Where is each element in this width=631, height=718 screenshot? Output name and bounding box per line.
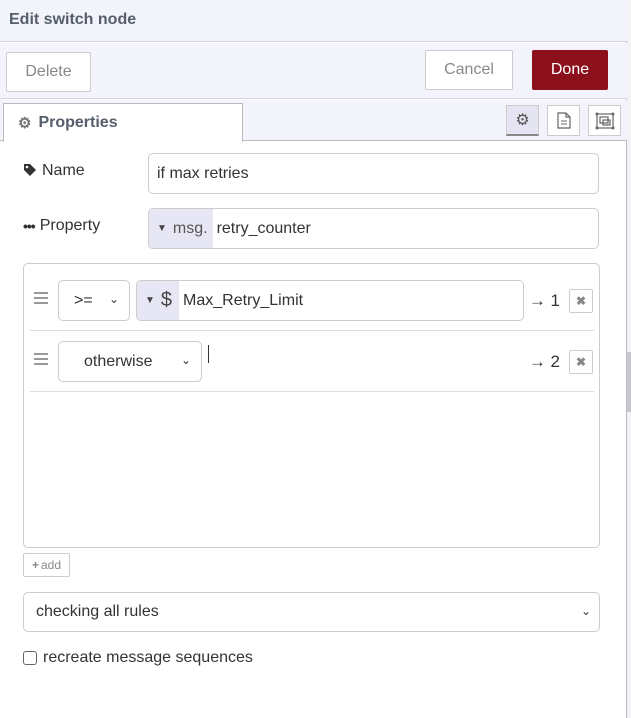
rule-row: otherwise ⌄ → 2 ✖: [30, 331, 594, 392]
edit-tray: Edit switch node Delete Cancel Done ⚙ Pr…: [0, 0, 627, 718]
drag-handle-icon[interactable]: [34, 292, 48, 304]
output-label: → 1: [528, 291, 560, 310]
tab-label: Properties: [38, 114, 118, 131]
chevron-down-icon: ⌄: [580, 604, 591, 618]
cancel-button[interactable]: Cancel: [425, 50, 513, 90]
tab-properties[interactable]: ⚙ Properties: [3, 103, 243, 142]
appearance-tab-button[interactable]: [588, 105, 621, 136]
operator-select[interactable]: >= ⌄: [58, 280, 130, 321]
properties-tab-button[interactable]: ⚙: [506, 105, 539, 136]
gear-icon: ⚙: [18, 115, 32, 132]
appearance-icon: [595, 112, 614, 129]
remove-rule-button[interactable]: ✖: [569, 289, 593, 313]
done-button[interactable]: Done: [532, 50, 608, 90]
tab-bar: ⚙ Properties ⚙: [0, 100, 627, 142]
caret-down-icon: ▼: [145, 295, 155, 306]
rule-mode-select[interactable]: checking all rules ⌄: [23, 592, 600, 632]
tray-header: Edit switch node: [0, 0, 627, 42]
ellipsis-icon: •••: [23, 218, 36, 234]
plus-icon: +: [31, 558, 39, 572]
caret-down-icon: ▼: [157, 223, 167, 234]
value-type-select[interactable]: ▼ $: [137, 281, 180, 320]
recreate-sequences-checkbox[interactable]: [23, 651, 37, 665]
close-icon: ✖: [575, 355, 587, 369]
close-icon: ✖: [575, 294, 587, 308]
text-cursor: [208, 345, 209, 363]
rule-value-input[interactable]: ▼ $ Max_Retry_Limit: [136, 280, 524, 321]
recreate-sequences-option: recreate message sequences: [23, 649, 253, 667]
delete-button[interactable]: Delete: [6, 52, 91, 92]
chevron-down-icon: ⌄: [180, 353, 191, 367]
add-rule-button[interactable]: + add: [23, 553, 70, 577]
gear-icon: ⚙: [515, 112, 530, 129]
tag-icon: [23, 163, 37, 180]
description-tab-button[interactable]: [547, 105, 580, 136]
property-type-select[interactable]: ▼ msg.: [149, 209, 213, 248]
scrollbar[interactable]: [627, 0, 631, 718]
tray-toolbar: Delete Cancel Done: [0, 43, 627, 99]
rule-row: >= ⌄ ▼ $ Max_Retry_Limit → 1 ✖: [30, 270, 594, 331]
property-input[interactable]: ▼ msg. retry_counter: [148, 208, 599, 249]
output-label: → 2: [528, 352, 560, 371]
document-icon: [556, 112, 571, 129]
name-label: Name: [23, 162, 85, 180]
scrollbar-thumb[interactable]: [627, 352, 631, 412]
rules-list: >= ⌄ ▼ $ Max_Retry_Limit → 1 ✖ otherwise…: [23, 263, 600, 548]
operator-select[interactable]: otherwise ⌄: [58, 341, 202, 382]
drag-handle-icon[interactable]: [34, 353, 48, 365]
property-label: ••• Property: [23, 217, 101, 234]
tray-title: Edit switch node: [9, 11, 137, 28]
chevron-down-icon: ⌄: [108, 292, 119, 306]
remove-rule-button[interactable]: ✖: [569, 350, 593, 374]
name-input[interactable]: if max retries: [148, 153, 599, 194]
